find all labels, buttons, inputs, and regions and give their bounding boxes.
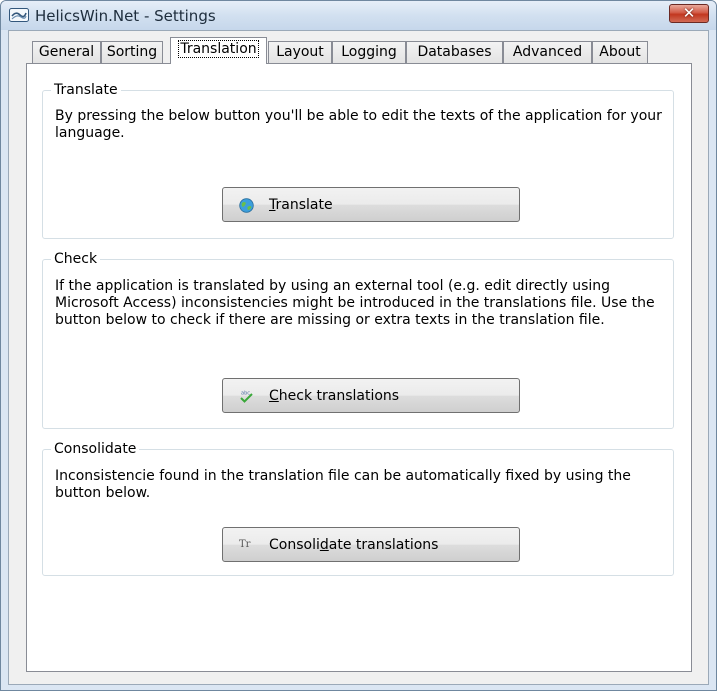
check-description: If the application is translated by usin… xyxy=(55,278,655,328)
tab-databases[interactable]: Databases xyxy=(406,41,503,63)
translate-group: Translate By pressing the below button y… xyxy=(42,82,674,239)
tab-about[interactable]: About xyxy=(592,41,648,63)
svg-text:abc: abc xyxy=(241,391,250,397)
tab-label: Sorting xyxy=(106,44,158,60)
check-group-legend: Check xyxy=(51,251,101,267)
tab-label: Advanced xyxy=(512,44,583,60)
tab-sorting[interactable]: Sorting xyxy=(101,41,163,63)
close-button[interactable]: ✕ xyxy=(669,4,709,23)
tab-translation[interactable]: Translation xyxy=(170,37,267,64)
tab-label: General xyxy=(38,44,95,60)
title-bar[interactable]: HelicsWin.Net - Settings ✕ xyxy=(1,1,716,30)
translate-description: By pressing the below button you'll be a… xyxy=(55,108,662,141)
tab-label: Databases xyxy=(417,44,492,60)
globe-icon xyxy=(239,198,254,213)
consolidate-description: Inconsistencie found in the translation … xyxy=(55,468,631,501)
text-format-icon: Tr xyxy=(239,539,251,550)
tab-logging[interactable]: Logging xyxy=(332,41,406,63)
check-translations-button[interactable]: abc Check translations xyxy=(222,378,520,413)
check-group: Check If the application is translated b… xyxy=(42,251,674,429)
check-translations-button-label: Check translations xyxy=(269,388,400,404)
tab-label: Translation xyxy=(178,40,259,58)
tab-general[interactable]: General xyxy=(32,41,101,63)
consolidate-group: Consolidate Inconsistencie found in the … xyxy=(42,441,674,576)
translate-group-legend: Translate xyxy=(51,82,121,98)
tab-label: About xyxy=(599,44,641,60)
tab-advanced[interactable]: Advanced xyxy=(503,41,592,63)
tab-layout[interactable]: Layout xyxy=(268,41,332,63)
settings-window: HelicsWin.Net - Settings ✕ General Sorti… xyxy=(0,0,717,691)
consolidate-translations-button[interactable]: Tr Consolidate translations xyxy=(222,527,520,562)
app-icon xyxy=(9,8,29,22)
consolidate-translations-button-label: Consolidate translations xyxy=(269,537,439,553)
translate-button-label: Translate xyxy=(269,197,333,213)
translation-tab-page: Translate By pressing the below button y… xyxy=(26,63,692,672)
spellcheck-icon: abc xyxy=(240,391,253,403)
tab-label: Layout xyxy=(276,44,324,60)
close-icon: ✕ xyxy=(682,4,696,22)
consolidate-group-legend: Consolidate xyxy=(51,441,140,457)
window-title: HelicsWin.Net - Settings xyxy=(35,7,216,25)
translate-button[interactable]: Translate xyxy=(222,187,520,222)
tab-label: Logging xyxy=(341,44,397,60)
